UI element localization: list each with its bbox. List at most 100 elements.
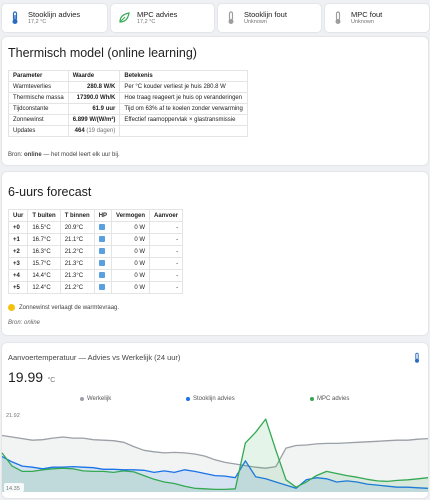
meaning-cell: Hoe traag reageert je huis op veranderin… — [119, 92, 248, 104]
hp-off-icon — [98, 224, 105, 231]
value-cell: 17390.0 Wh/K — [67, 92, 121, 104]
table-row: +0 16.5°C 20.9°C 0 W - — [7, 221, 184, 234]
legend-label: Werkelijk — [87, 396, 112, 402]
forecast-card: 6-uurs forecast Uur T buiten T binnen HP… — [2, 172, 428, 335]
supply-cell: - — [149, 257, 184, 270]
t-in-cell: 21.1°C — [59, 233, 95, 246]
tile-state: Unknown — [351, 19, 374, 25]
hp-cell — [93, 221, 113, 234]
power-cell: 0 W — [111, 269, 151, 282]
supply-cell: - — [149, 269, 184, 282]
t-in-cell: 20.9°C — [59, 221, 95, 234]
hour-cell: +4 — [7, 269, 29, 282]
column-header: HP — [93, 209, 113, 222]
forecast-note: Zonnewinst verlaagt de warmtevraag. — [8, 304, 119, 311]
table-row: Zonnewinst 6.899 W/(W/m²) Effectief raam… — [8, 114, 248, 126]
param-cell: Thermische massa — [8, 92, 69, 104]
t-in-cell: 21.3°C — [59, 257, 95, 270]
tile-name: MPC fout — [351, 10, 383, 19]
legend-item-mpc-advies[interactable]: MPC advies — [310, 396, 349, 402]
legend-item-stooklijn-advies[interactable]: Stooklijn advies — [186, 396, 235, 402]
column-header: Vermogen — [111, 209, 151, 222]
supply-cell: - — [149, 245, 184, 258]
column-header: T binnen — [59, 209, 95, 222]
column-header: Waarde — [67, 70, 121, 82]
hour-cell: +3 — [7, 257, 29, 270]
column-header: Betekenis — [119, 70, 248, 82]
t-out-cell: 16.7°C — [27, 233, 61, 246]
supply-cell: - — [149, 281, 184, 294]
tile-state: 17,2 °C — [137, 19, 156, 25]
param-cell: Zonnewinst — [8, 114, 69, 126]
legend-item-werkelijk[interactable]: Werkelijk — [80, 396, 111, 402]
leaf-icon — [117, 10, 131, 26]
t-out-cell: 16.5°C — [27, 221, 61, 234]
meaning-cell — [119, 125, 248, 137]
forecast-table: Uur T buiten T binnen HP Vermogen Aanvoe… — [7, 209, 184, 294]
table-row: +2 16.3°C 21.2°C 0 W - — [7, 245, 184, 258]
table-row: Tijdconstante 61.9 uur Tijd om 63% af te… — [8, 103, 248, 115]
legend-dot — [310, 397, 314, 401]
card-title: 6-uurs forecast — [8, 185, 92, 199]
table-row: +5 12.4°C 21.2°C 0 W - — [7, 281, 184, 294]
sun-face-icon — [8, 304, 15, 311]
power-cell: 0 W — [111, 221, 151, 234]
legend-label: MPC advies — [317, 396, 350, 402]
tile-stooklijn-advies[interactable]: Stooklijn advies 17,2 °C — [2, 4, 107, 32]
meaning-cell: Tijd om 63% af te koelen zonder verwarmi… — [119, 103, 248, 115]
current-value: 19.99 °C — [8, 369, 55, 387]
tile-name: Stooklijn advies — [28, 10, 81, 19]
legend-dot — [80, 397, 84, 401]
tile-mpc-fout[interactable]: MPC fout Unknown — [325, 4, 429, 32]
param-cell: Tijdconstante — [8, 103, 69, 115]
power-cell: 0 W — [111, 245, 151, 258]
hour-cell: +2 — [7, 245, 29, 258]
footer-prefix: Bron: — [8, 152, 25, 158]
hp-cell — [93, 233, 113, 246]
hp-cell — [93, 245, 113, 258]
card-title: Thermisch model (online learning) — [8, 46, 197, 60]
table-row: +3 15.7°C 21.3°C 0 W - — [7, 257, 184, 270]
value-cell: 6.899 W/(W/m²) — [67, 114, 121, 126]
tile-mpc-advies[interactable]: MPC advies 17,2 °C — [111, 4, 214, 32]
hour-cell: +5 — [7, 281, 29, 294]
tile-name: Stooklijn fout — [244, 10, 287, 19]
column-header: Uur — [7, 209, 29, 222]
model-source-footer: Bron: online — het model leert elk uur b… — [8, 152, 120, 158]
note-text: Zonnewinst verlaagt de warmtevraag. — [19, 304, 120, 311]
hp-off-icon — [98, 272, 105, 279]
table-row: Warmteverlies 280.8 W/K Per °C kouder ve… — [8, 81, 248, 93]
footer-source: online — [24, 152, 42, 158]
column-header: T buiten — [27, 209, 61, 222]
tile-stooklijn-fout[interactable]: Stooklijn fout Unknown — [218, 4, 321, 32]
t-out-cell: 16.3°C — [27, 245, 61, 258]
t-out-cell: 12.4°C — [27, 281, 61, 294]
table-header-row: Uur T buiten T binnen HP Vermogen Aanvoe… — [7, 209, 184, 222]
thermometer-icon — [331, 10, 345, 26]
table-row: Updates 464 (19 dagen) — [8, 125, 248, 137]
t-out-cell: 14.4°C — [27, 269, 61, 282]
thermometer-icon — [413, 351, 421, 369]
value-text: 464 — [74, 128, 85, 134]
meaning-cell: Effectief raamoppervlak × glastransmissi… — [119, 114, 248, 126]
model-table: Parameter Waarde Betekenis Warmteverlies… — [8, 70, 248, 137]
value-cell: 61.9 uur — [67, 103, 121, 115]
hp-off-icon — [98, 284, 105, 291]
t-in-cell: 21.3°C — [59, 269, 95, 282]
power-cell: 0 W — [111, 233, 151, 246]
table-row: Thermische massa 17390.0 Wh/K Hoe traag … — [8, 92, 248, 104]
table-header-row: Parameter Waarde Betekenis — [8, 70, 248, 82]
graph-title: Aanvoertemperatuur — Advies vs Werkelijk… — [8, 353, 181, 362]
hp-cell — [93, 257, 113, 270]
tile-state: Unknown — [244, 19, 267, 25]
legend-dot — [186, 397, 190, 401]
power-cell: 0 W — [111, 257, 151, 270]
t-in-cell: 21.2°C — [59, 281, 95, 294]
footer-suffix: — het model leert elk uur bij. — [41, 152, 120, 158]
table-row: +4 14.4°C 21.3°C 0 W - — [7, 269, 184, 282]
graph-card[interactable]: Aanvoertemperatuur — Advies vs Werkelijk… — [2, 343, 428, 498]
hour-cell: +1 — [7, 233, 29, 246]
hp-off-icon — [98, 236, 105, 243]
current-value-unit: °C — [47, 377, 56, 384]
t-in-cell: 21.2°C — [59, 245, 95, 258]
